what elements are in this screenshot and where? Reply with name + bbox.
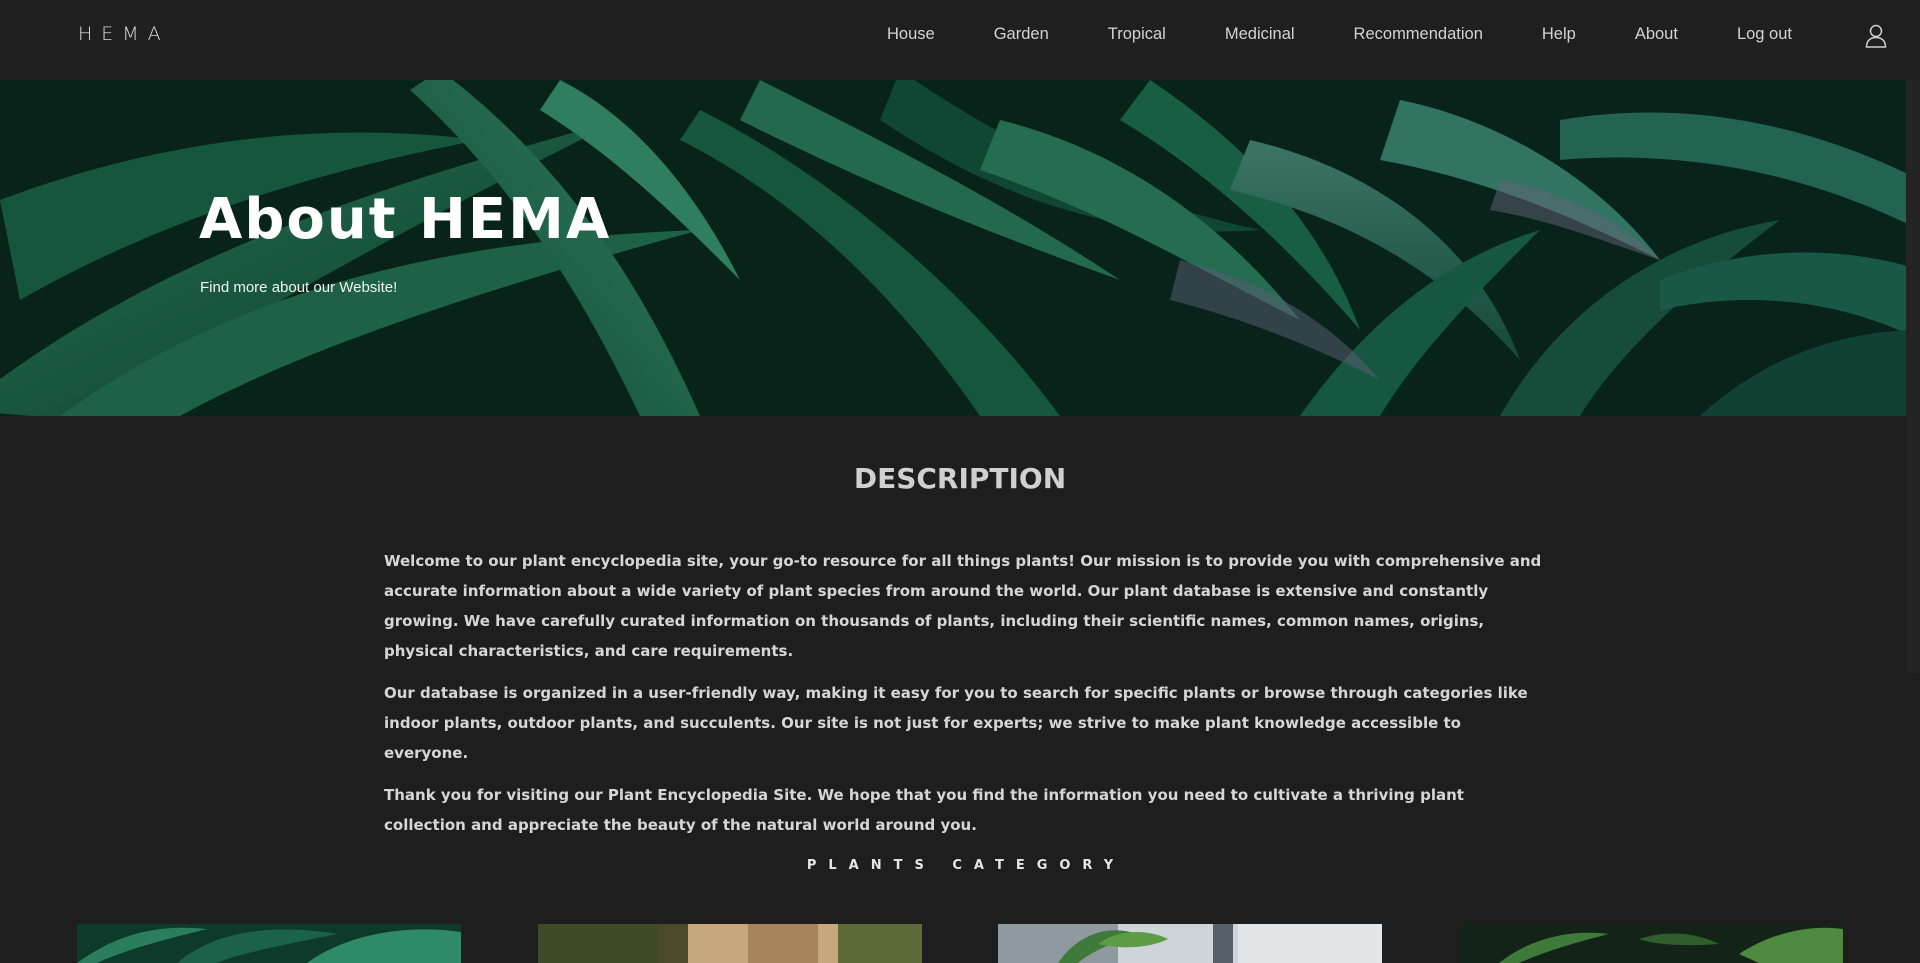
user-icon: [1865, 24, 1887, 48]
plants-category-heading: PLANTS CATEGORY: [806, 858, 1126, 873]
nav-garden[interactable]: Garden: [994, 25, 1049, 44]
category-card-image: [1459, 924, 1843, 963]
category-card-image: [998, 924, 1382, 963]
hero-subtitle: Find more about our Website!: [200, 279, 398, 296]
top-navbar: HEMA House Garden Tropical Medicinal Rec…: [0, 0, 1920, 80]
nav-recommendation[interactable]: Recommendation: [1354, 25, 1483, 44]
category-card-medicinal[interactable]: [1459, 924, 1843, 963]
category-card-tropical[interactable]: [998, 924, 1382, 963]
description-paragraph: Welcome to our plant encyclopedia site, …: [384, 552, 1542, 660]
category-card-garden[interactable]: [538, 924, 922, 963]
main-nav: House Garden Tropical Medicinal Recommen…: [887, 0, 1792, 68]
description-paragraph: Our database is organized in a user-frie…: [384, 684, 1528, 762]
nav-about[interactable]: About: [1635, 25, 1678, 44]
site-logo[interactable]: HEMA: [78, 23, 170, 45]
category-card-image: [77, 924, 461, 963]
nav-medicinal[interactable]: Medicinal: [1225, 25, 1295, 44]
nav-tropical[interactable]: Tropical: [1108, 25, 1166, 44]
description-heading: DESCRIPTION: [853, 462, 1067, 495]
description-body: Welcome to our plant encyclopedia site, …: [384, 546, 1544, 852]
nav-help[interactable]: Help: [1542, 25, 1576, 44]
page-scrollbar[interactable]: [1906, 80, 1920, 673]
user-account-button[interactable]: [1863, 23, 1889, 49]
category-card-image: [538, 924, 922, 963]
description-paragraph: Thank you for visiting our Plant Encyclo…: [384, 786, 1464, 834]
nav-house[interactable]: House: [887, 25, 935, 44]
hero-title: About HEMA: [199, 187, 612, 252]
nav-logout[interactable]: Log out: [1737, 25, 1792, 44]
hero-banner: About HEMA Find more about our Website!: [0, 80, 1920, 416]
category-card-house[interactable]: [77, 924, 461, 963]
